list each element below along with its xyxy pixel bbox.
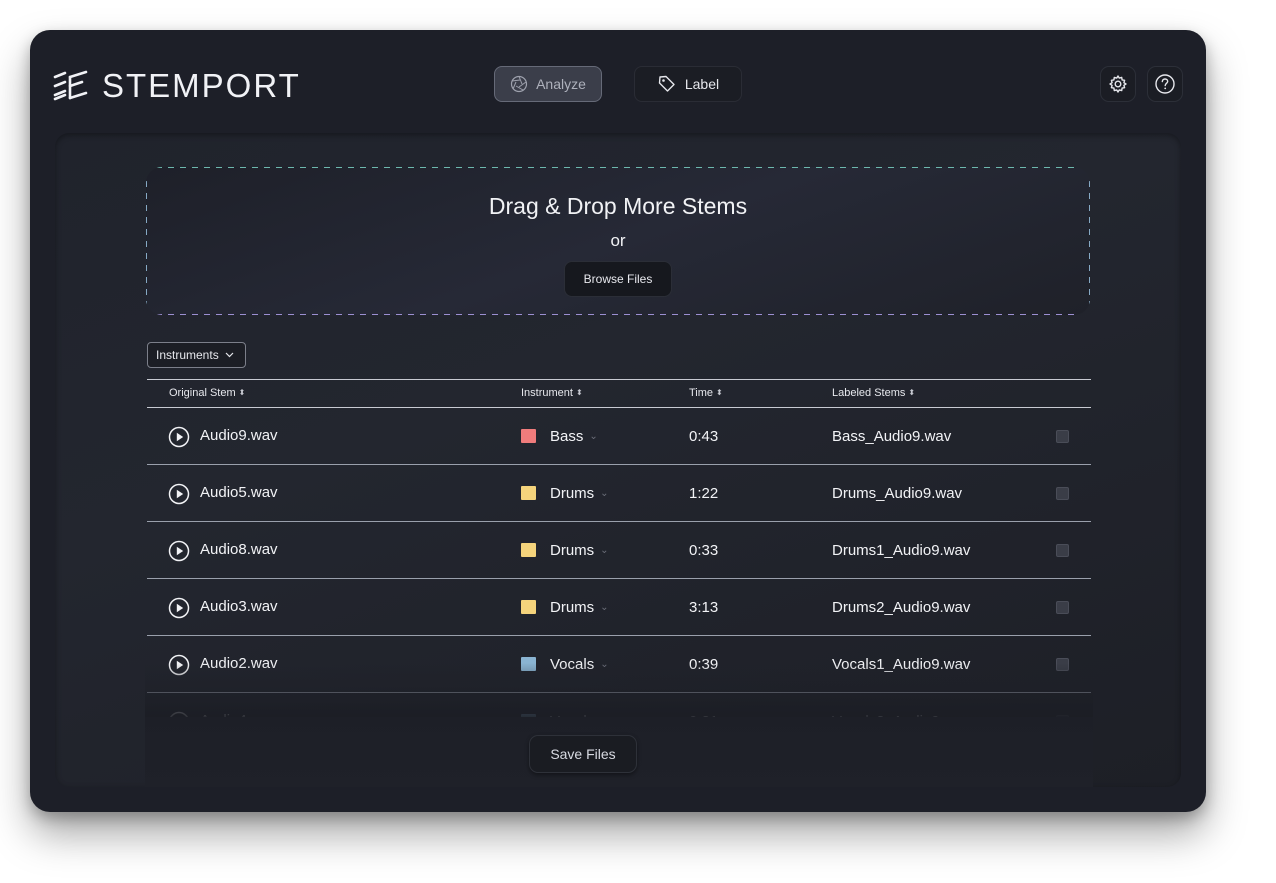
file-dropzone[interactable]: Drag & Drop More Stems or Browse Files (146, 167, 1090, 315)
settings-button[interactable] (1100, 66, 1136, 102)
labeled-stem-filename: Vocals1_Audio9.wav (832, 656, 971, 673)
row-select-checkbox[interactable] (1056, 601, 1069, 614)
instrument-dropdown[interactable]: Vocals ⌄ (550, 656, 609, 673)
play-icon[interactable] (168, 540, 190, 562)
instrument-value: Bass (550, 428, 584, 445)
labeled-stem-filename: Drums_Audio9.wav (832, 485, 963, 502)
tag-icon (658, 75, 675, 92)
stem-duration: 0:43 (689, 428, 719, 445)
table-row: Audio8.wav Drums ⌄ 0:33 Drums1_Audio9.wav (147, 522, 1091, 579)
sort-icon: ⬍ (716, 388, 723, 397)
instrument-dropdown[interactable]: Drums ⌄ (550, 542, 609, 559)
labeled-stem-filename: Bass_Audio9.wav (832, 428, 952, 445)
row-select-checkbox[interactable] (1056, 544, 1069, 557)
instrument-color-swatch (521, 429, 536, 443)
sort-icon: ⬍ (238, 388, 246, 397)
instruments-filter-dropdown[interactable]: Instruments (147, 342, 246, 368)
analyze-button[interactable]: Analyze (494, 66, 602, 102)
main-panel: Drag & Drop More Stems or Browse Files I… (55, 133, 1181, 787)
gear-icon (1109, 75, 1127, 93)
table-header: Original Stem ⬍ Instrument ⬍ Time ⬍ Labe… (147, 379, 1091, 408)
column-header-original-stem[interactable]: Original Stem ⬍ (169, 387, 245, 399)
original-stem-filename: Audio3.wav (200, 598, 278, 615)
chevron-down-icon: ⌄ (600, 545, 609, 556)
column-header-time[interactable]: Time ⬍ (689, 387, 723, 399)
instrument-dropdown[interactable]: Drums ⌄ (550, 485, 609, 502)
dropzone-title: Drag & Drop More Stems (488, 193, 748, 219)
browse-files-button[interactable]: Browse Files (564, 261, 672, 297)
table-row: Audio3.wav Drums ⌄ 3:13 Drums2_Audio9.wav (147, 579, 1091, 636)
instrument-value: Drums (550, 599, 595, 616)
table-row: Audio5.wav Drums ⌄ 1:22 Drums_Audio9.wav (147, 465, 1091, 522)
table-row: Audio2.wav Vocals ⌄ 0:39 Vocals1_Audio9.wav (147, 636, 1091, 693)
save-files-button[interactable]: Save Files (529, 735, 637, 773)
sort-icon: ⬍ (575, 388, 583, 397)
column-header-instrument[interactable]: Instrument ⬍ (521, 387, 583, 399)
play-icon[interactable] (168, 597, 190, 619)
dropzone-or-text: or (610, 231, 626, 250)
column-header-labeled-stems[interactable]: Labeled Stems ⬍ (832, 387, 915, 399)
chevron-down-icon (225, 352, 234, 358)
table-row: Audio9.wav Bass ⌄ 0:43 Bass_Audio9.wav (147, 408, 1091, 465)
stems-table: Original Stem ⬍ Instrument ⬍ Time ⬍ Labe… (147, 379, 1091, 717)
stemport-logo-icon (53, 70, 88, 101)
instrument-value: Drums (550, 485, 595, 502)
instrument-value: Drums (550, 542, 595, 559)
play-icon[interactable] (168, 654, 190, 676)
analyze-button-label: Analyze (536, 76, 586, 92)
help-icon (1155, 74, 1175, 94)
instrument-color-swatch (521, 600, 536, 614)
instrument-value: Vocals (550, 656, 595, 673)
stem-duration: 0:33 (689, 542, 719, 559)
play-icon[interactable] (168, 483, 190, 505)
instrument-color-swatch (521, 486, 536, 500)
table-row: Audio4.wavVocals⌄0:21Vocals2_Audio9.wav (147, 693, 1091, 717)
label-button-label: Label (684, 76, 720, 92)
row-select-checkbox[interactable] (1056, 658, 1069, 671)
original-stem-filename: Audio8.wav (200, 541, 278, 558)
original-stem-filename: Audio5.wav (200, 484, 278, 501)
instrument-dropdown[interactable]: Bass ⌄ (550, 428, 598, 445)
instrument-color-swatch (521, 543, 536, 557)
stem-duration: 3:13 (689, 599, 719, 616)
labeled-stem-filename: Drums2_Audio9.wav (832, 599, 971, 616)
stem-duration: 0:39 (689, 656, 719, 673)
app-name: STEMPORT (102, 67, 301, 104)
labeled-stem-filename: Drums1_Audio9.wav (832, 542, 971, 559)
table-body: Audio9.wav Bass ⌄ 0:43 Bass_Audio9.wav Audio5… (147, 408, 1091, 717)
chevron-down-icon: ⌄ (600, 602, 609, 613)
stem-duration: 1:22 (689, 485, 719, 502)
label-button[interactable]: Label (634, 66, 742, 102)
play-icon[interactable] (168, 426, 190, 448)
app-logo: STEMPORT (52, 66, 301, 106)
aperture-icon (510, 75, 528, 93)
instrument-color-swatch (521, 657, 536, 671)
chevron-down-icon: ⌄ (589, 431, 598, 442)
row-select-checkbox[interactable] (1056, 430, 1069, 443)
original-stem-filename: Audio2.wav (200, 655, 278, 672)
original-stem-filename: Audio9.wav (200, 427, 278, 444)
row-select-checkbox[interactable] (1056, 487, 1069, 500)
chevron-down-icon: ⌄ (600, 659, 609, 670)
sort-icon: ⬍ (908, 388, 916, 397)
help-button[interactable] (1147, 66, 1183, 102)
instrument-dropdown[interactable]: Drums ⌄ (550, 599, 609, 616)
app-window: STEMPORT Analyze Label Drag & Drop More … (30, 30, 1206, 812)
filter-selected-value: Instruments (156, 348, 219, 362)
chevron-down-icon: ⌄ (600, 488, 609, 499)
